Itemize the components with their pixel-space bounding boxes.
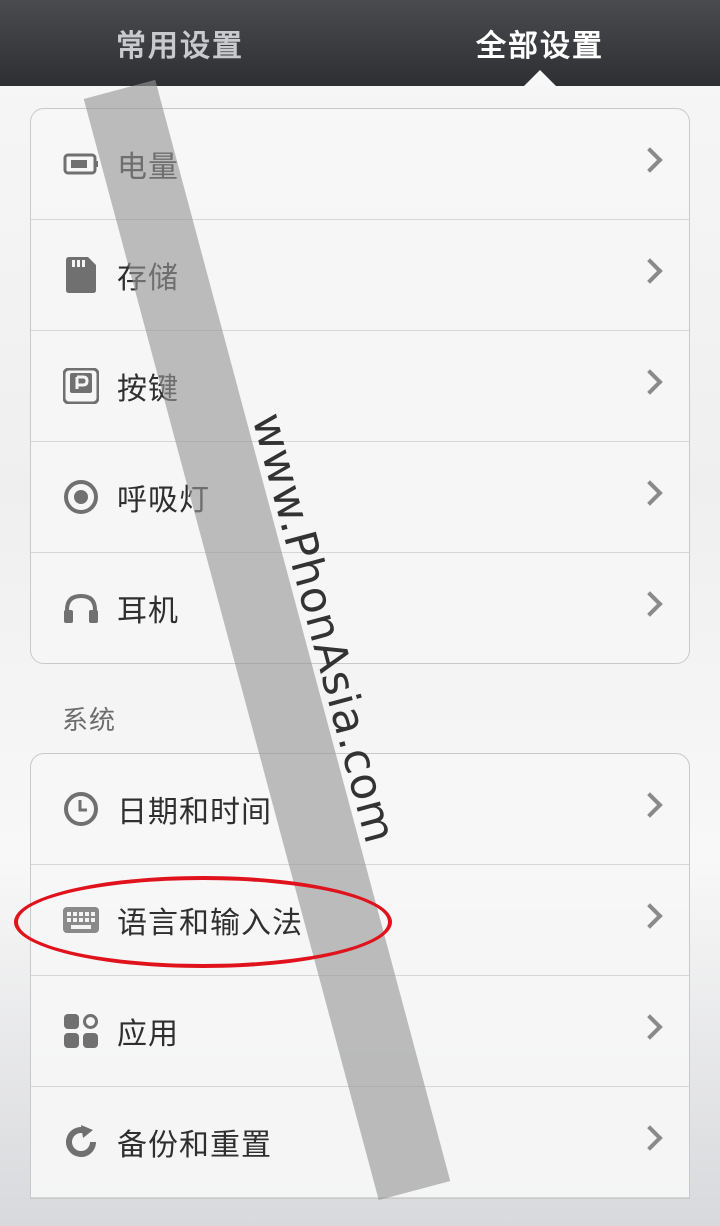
clock-icon — [62, 790, 100, 828]
backup-icon — [62, 1123, 100, 1161]
chevron-right-icon — [637, 369, 663, 395]
chevron-right-icon — [637, 591, 663, 617]
tab-bar: 常用设置 全部设置 — [0, 0, 720, 86]
chevron-right-icon — [637, 480, 663, 506]
headphones-icon — [62, 589, 100, 627]
chevron-right-icon — [637, 903, 663, 929]
chevron-right-icon — [637, 258, 663, 284]
settings-item-label: 日期和时间 — [117, 795, 272, 830]
sd-card-icon — [62, 256, 100, 294]
settings-item-label: 应用 — [117, 1017, 179, 1052]
chevron-right-icon — [637, 1125, 663, 1151]
chevron-right-icon — [637, 147, 663, 173]
settings-item-breathing-light[interactable]: 呼吸灯 — [31, 442, 689, 553]
chevron-right-icon — [637, 1014, 663, 1040]
settings-item-label: 备份和重置 — [117, 1128, 272, 1163]
settings-item-label: 耳机 — [117, 594, 179, 629]
key-icon — [62, 367, 100, 405]
section-header-system: 系统 — [62, 706, 117, 736]
breathing-light-icon — [62, 478, 100, 516]
highlight-circle — [14, 876, 392, 968]
apps-icon — [62, 1012, 100, 1050]
tab-common-settings[interactable]: 常用设置 — [0, 0, 360, 86]
active-tab-indicator — [524, 70, 556, 86]
chevron-right-icon — [637, 792, 663, 818]
settings-item-headphones[interactable]: 耳机 — [31, 553, 689, 663]
battery-icon — [62, 145, 100, 183]
settings-item-keys[interactable]: 按键 — [31, 331, 689, 442]
